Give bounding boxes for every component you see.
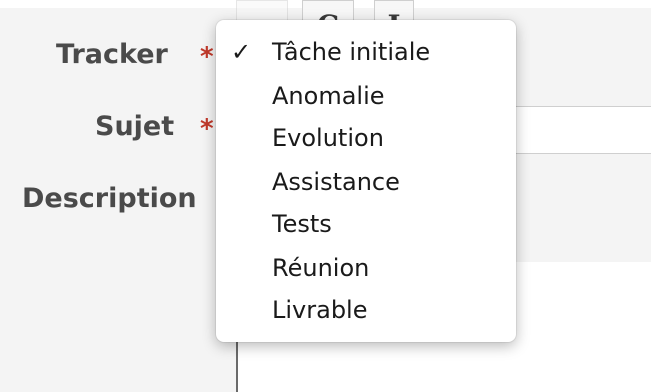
tracker-option-tests[interactable]: Tests — [216, 204, 516, 244]
option-label: Tâche initiale — [272, 38, 431, 66]
option-label: Tests — [272, 210, 332, 238]
tracker-option-reunion[interactable]: Réunion — [216, 248, 516, 288]
option-label: Assistance — [272, 168, 400, 196]
tracker-dropdown-menu[interactable]: ✓ Tâche initiale Anomalie Evolution Assi… — [216, 20, 516, 342]
tracker-required-mark: * — [200, 42, 214, 72]
option-label: Evolution — [272, 124, 384, 152]
tracker-option-assistance[interactable]: Assistance — [216, 162, 516, 202]
tracker-option-anomalie[interactable]: Anomalie — [216, 76, 516, 116]
description-label: Description — [22, 183, 197, 214]
option-label: Réunion — [272, 254, 370, 282]
tracker-option-evolution[interactable]: Evolution — [216, 118, 516, 158]
issue-form-page: Tracker * Sujet * Description C I ✓ Tâch… — [0, 0, 651, 392]
tracker-option-livrable[interactable]: Livrable — [216, 290, 516, 330]
tracker-option-tache-initiale[interactable]: ✓ Tâche initiale — [216, 32, 516, 72]
subject-label: Sujet — [95, 111, 175, 142]
tracker-label: Tracker — [56, 39, 168, 70]
option-label: Anomalie — [272, 82, 385, 110]
option-label: Livrable — [272, 296, 368, 324]
checkmark-icon: ✓ — [231, 38, 252, 66]
subject-required-mark: * — [200, 114, 214, 144]
